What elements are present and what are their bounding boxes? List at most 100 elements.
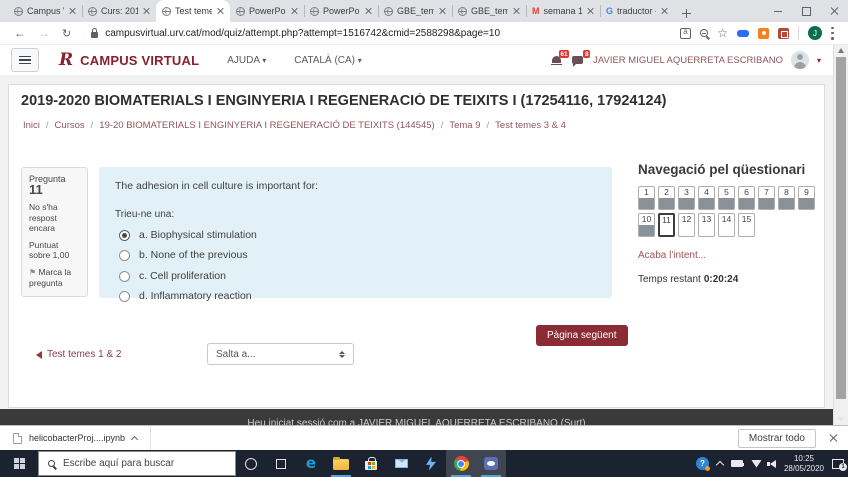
quiz-nav-question-13[interactable]: 13 — [698, 213, 715, 237]
scrollbar-thumb[interactable] — [836, 57, 846, 399]
bolt-app-button[interactable] — [416, 450, 446, 477]
scroll-up-icon[interactable] — [838, 48, 844, 53]
radio-selected[interactable] — [119, 230, 130, 241]
previous-activity-link[interactable]: Test temes 1 & 2 — [36, 349, 121, 360]
close-icon[interactable] — [438, 7, 446, 15]
finish-attempt-link[interactable]: Acaba l'intent... — [638, 250, 824, 261]
tab-gbe-tema-2[interactable]: GBE_tema 3 — [452, 0, 526, 22]
close-icon[interactable] — [586, 7, 594, 15]
close-window-button[interactable] — [820, 0, 848, 22]
taskbar-search-input[interactable]: Escribe aquí para buscar — [38, 451, 236, 476]
tab-gbe-tema-1[interactable]: GBE_tema 3 — [378, 0, 452, 22]
cortana-button[interactable] — [236, 450, 266, 477]
hamburger-menu-icon[interactable] — [11, 48, 39, 72]
tab-powerpoint-2[interactable]: PowerPoint — [304, 0, 378, 22]
quiz-nav-question-9[interactable]: 9 — [798, 186, 815, 210]
quiz-nav-question-2[interactable]: 2 — [658, 186, 675, 210]
wifi-icon[interactable] — [751, 460, 762, 468]
mail-button[interactable] — [386, 450, 416, 477]
battery-icon[interactable] — [731, 460, 743, 467]
action-center-icon[interactable]: 1 — [832, 459, 844, 469]
quiz-nav-question-1[interactable]: 1 — [638, 186, 655, 210]
breadcrumb-cursos[interactable]: Cursos — [40, 120, 85, 131]
answer-option-b[interactable]: b. None of the previous — [119, 249, 596, 261]
show-all-downloads-button[interactable]: Mostrar todo — [738, 429, 816, 448]
menu-language[interactable]: CATALÀ (CA) ▾ — [294, 55, 362, 66]
tab-test-temes-active[interactable]: Test temes — [156, 0, 230, 22]
answer-option-d[interactable]: d. Inflammatory reaction — [119, 290, 596, 302]
close-icon[interactable] — [660, 7, 668, 15]
forward-icon[interactable]: → — [38, 26, 50, 40]
zoom-out-icon[interactable] — [700, 29, 708, 37]
maximize-button[interactable] — [792, 0, 820, 22]
chevron-up-icon[interactable] — [131, 435, 138, 442]
answer-option-a[interactable]: a. Biophysical stimulation — [119, 229, 596, 241]
quiz-nav-question-14[interactable]: 14 — [718, 213, 735, 237]
breadcrumb-tema[interactable]: Tema 9 — [435, 120, 481, 131]
quiz-nav-question-11-current[interactable]: 11 — [658, 213, 675, 237]
brand-title[interactable]: CAMPUS VIRTUAL — [80, 53, 199, 68]
chevron-down-icon[interactable]: ▾ — [817, 56, 821, 65]
flag-question-link[interactable]: ⚑ Marca la pregunta — [29, 267, 81, 289]
urv-logo[interactable]: R — [59, 50, 73, 70]
browser-menu-icon[interactable] — [831, 27, 834, 40]
speaker-icon[interactable] — [770, 460, 776, 468]
chrome-button[interactable] — [446, 450, 476, 477]
start-button[interactable] — [0, 450, 38, 477]
page-scrollbar[interactable] — [833, 45, 848, 425]
tab-campus-virtual[interactable]: Campus Vir — [8, 0, 82, 22]
quiz-nav-question-10[interactable]: 10 — [638, 213, 655, 237]
close-downloads-icon[interactable] — [828, 433, 838, 443]
menu-ajuda[interactable]: AJUDA ▾ — [227, 55, 266, 66]
discord-button[interactable] — [476, 450, 506, 477]
tab-semana-gmail[interactable]: semana 1 - — [526, 0, 600, 22]
close-icon[interactable] — [216, 7, 224, 15]
padlock-icon[interactable] — [91, 32, 98, 38]
tab-curs[interactable]: Curs: 2019- — [82, 0, 156, 22]
store-button[interactable] — [356, 450, 386, 477]
translate-icon[interactable] — [680, 28, 691, 39]
avatar[interactable] — [791, 51, 809, 69]
quiz-nav-question-4[interactable]: 4 — [698, 186, 715, 210]
quiz-nav-question-6[interactable]: 6 — [738, 186, 755, 210]
address-url[interactable]: campusvirtual.urv.cat/mod/quiz/attempt.p… — [105, 28, 680, 39]
quiz-nav-question-8[interactable]: 8 — [778, 186, 795, 210]
bookmark-star-icon[interactable]: ☆ — [717, 28, 728, 38]
breadcrumb-course[interactable]: 19-20 BIOMATERIALS I ENGINYERIA I REGENE… — [85, 120, 435, 131]
quiz-nav-question-7[interactable]: 7 — [758, 186, 775, 210]
answer-option-c[interactable]: c. Cell proliferation — [119, 270, 596, 282]
close-icon[interactable] — [68, 7, 76, 15]
close-icon[interactable] — [512, 7, 520, 15]
back-icon[interactable]: ← — [14, 26, 26, 40]
radio-unselected[interactable] — [119, 291, 130, 302]
notifications-icon[interactable]: 61 — [551, 54, 564, 66]
scroll-down-icon[interactable] — [838, 417, 844, 422]
help-icon[interactable] — [696, 457, 709, 470]
reload-icon[interactable]: ↻ — [62, 27, 71, 40]
quiz-nav-question-12[interactable]: 12 — [678, 213, 695, 237]
close-icon[interactable] — [142, 7, 150, 15]
quiz-nav-question-3[interactable]: 3 — [678, 186, 695, 210]
task-view-button[interactable] — [266, 450, 296, 477]
tab-powerpoint-1[interactable]: PowerPoint — [230, 0, 304, 22]
extension-icon-blue[interactable] — [737, 30, 749, 37]
quiz-nav-question-5[interactable]: 5 — [718, 186, 735, 210]
profile-avatar[interactable]: J — [808, 26, 822, 40]
clock[interactable]: 10:2528/05/2020 — [784, 454, 824, 473]
radio-unselected[interactable] — [119, 250, 130, 261]
user-name[interactable]: JAVIER MIGUEL AQUERRETA ESCRIBANO — [593, 55, 783, 66]
messages-icon[interactable]: 8 — [572, 54, 585, 66]
close-icon[interactable] — [364, 7, 372, 15]
quiz-nav-question-15[interactable]: 15 — [738, 213, 755, 237]
jump-to-select[interactable]: Salta a... — [207, 343, 354, 365]
extension-icon-shield[interactable] — [778, 28, 789, 39]
tray-expand-icon[interactable] — [716, 461, 724, 469]
extension-icon-orange[interactable] — [758, 28, 769, 39]
minimize-button[interactable] — [764, 0, 792, 22]
file-explorer-button[interactable] — [326, 450, 356, 477]
new-tab-button[interactable] — [678, 4, 696, 22]
download-file-name[interactable]: helicobacterProj....ipynb — [29, 433, 125, 443]
close-icon[interactable] — [290, 7, 298, 15]
download-item[interactable]: helicobacterProj....ipynb — [0, 426, 151, 450]
breadcrumb-inici[interactable]: Inici — [23, 120, 40, 131]
